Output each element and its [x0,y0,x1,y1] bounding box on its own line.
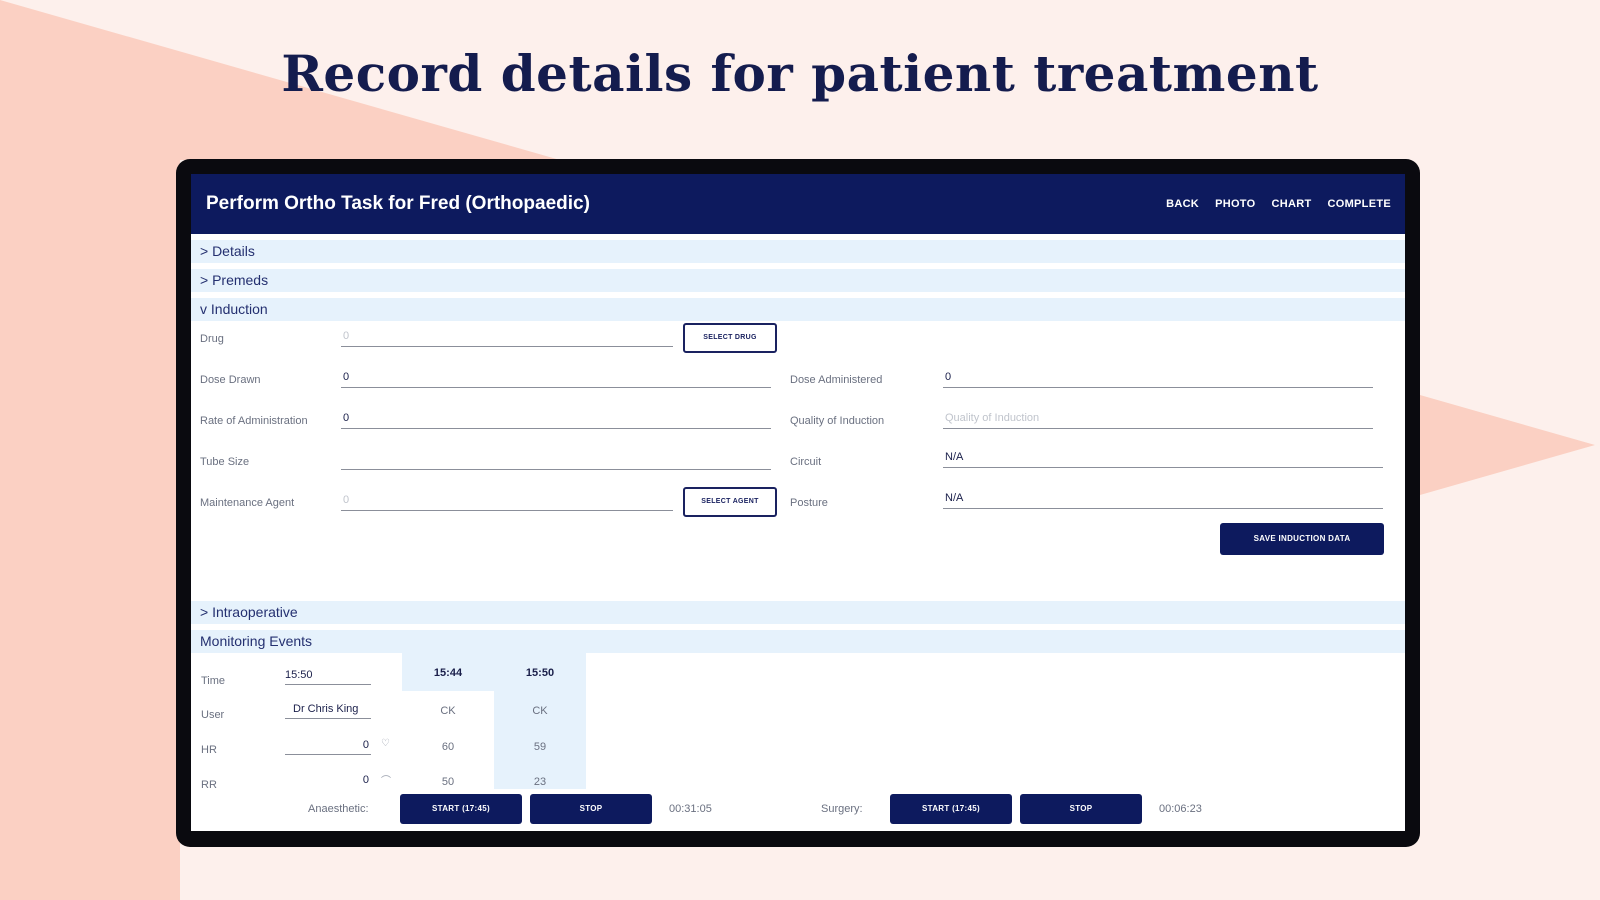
maintenance-label: Maintenance Agent [200,497,295,509]
section-intraoperative[interactable]: > Intraoperative [191,601,1405,624]
dose-administered-label: Dose Administered [790,374,883,386]
time-input[interactable]: 15:50 [285,667,371,685]
rate-field[interactable]: 0 [341,409,771,429]
complete-button[interactable]: COMPLETE [1327,198,1391,210]
user-label: User [201,709,225,721]
circuit-field[interactable]: N/A [943,448,1383,468]
hr-input[interactable]: 0 [285,737,371,755]
rate-label: Rate of Administration [200,415,308,427]
tube-size-field[interactable] [341,450,771,470]
anaesthetic-label: Anaesthetic: [308,803,369,815]
user-input[interactable]: Dr Chris King [285,701,371,719]
back-button[interactable]: BACK [1166,198,1199,210]
select-agent-button[interactable]: SELECT AGENT [683,487,777,517]
section-induction[interactable]: v Induction [191,298,1405,321]
event-hr: 59 [533,741,547,753]
appbar-actions: BACK PHOTO CHART COMPLETE [1166,198,1391,210]
circuit-label: Circuit [790,456,822,468]
dose-drawn-field[interactable]: 0 [341,368,771,388]
drug-field[interactable]: 0 [341,327,673,347]
posture-field[interactable]: N/A [943,489,1383,509]
anaesthetic-start-button[interactable]: START (17:45) [400,794,522,824]
event-user: CK [440,705,456,717]
device-frame: Perform Ortho Task for Fred (Orthopaedic… [176,159,1420,847]
surgery-elapsed: 00:06:23 [1159,803,1202,815]
dose-drawn-label: Dose Drawn [200,374,261,386]
hr-label: HR [201,744,217,756]
surgery-stop-button[interactable]: STOP [1020,794,1142,824]
event-user: CK [532,705,548,717]
quality-field[interactable]: Quality of Induction [943,409,1373,429]
select-drug-button[interactable]: SELECT DRUG [683,323,777,353]
lungs-icon: ⌒ [381,776,391,787]
time-label: Time [201,675,226,687]
event-rr: 23 [533,776,547,788]
app-screen: Perform Ortho Task for Fred (Orthopaedic… [191,174,1405,831]
maintenance-field[interactable]: 0 [341,491,673,511]
section-monitoring[interactable]: Monitoring Events [191,630,1405,653]
page-headline: Record details for patient treatment [281,44,1319,103]
posture-label: Posture [790,497,828,509]
dose-administered-field[interactable]: 0 [943,368,1373,388]
event-time: 15:44 [433,667,463,679]
surgery-label: Surgery: [821,803,863,815]
rr-input[interactable]: 0 [285,772,371,790]
save-induction-button[interactable]: SAVE INDUCTION DATA [1220,523,1384,555]
photo-button[interactable]: PHOTO [1215,198,1255,210]
induction-form: Drug 0 SELECT DRUG Dose Drawn 0 Dose Adm… [191,321,1405,597]
quality-label: Quality of Induction [790,415,885,427]
app-bar: Perform Ortho Task for Fred (Orthopaedic… [191,174,1405,234]
surgery-start-button[interactable]: START (17:45) [890,794,1012,824]
chart-button[interactable]: CHART [1271,198,1311,210]
task-title: Perform Ortho Task for Fred (Orthopaedic… [206,193,590,214]
event-rr: 50 [441,776,455,788]
section-premeds[interactable]: > Premeds [191,269,1405,292]
event-time: 15:50 [525,667,555,679]
drug-label: Drug [200,333,224,345]
section-details[interactable]: > Details [191,240,1405,263]
event-hr: 60 [441,741,455,753]
timer-bar: Anaesthetic: START (17:45) STOP 00:31:05… [191,789,1405,831]
anaesthetic-elapsed: 00:31:05 [669,803,712,815]
heart-icon: ♡ [381,738,390,749]
tube-size-label: Tube Size [200,456,250,468]
anaesthetic-stop-button[interactable]: STOP [530,794,652,824]
